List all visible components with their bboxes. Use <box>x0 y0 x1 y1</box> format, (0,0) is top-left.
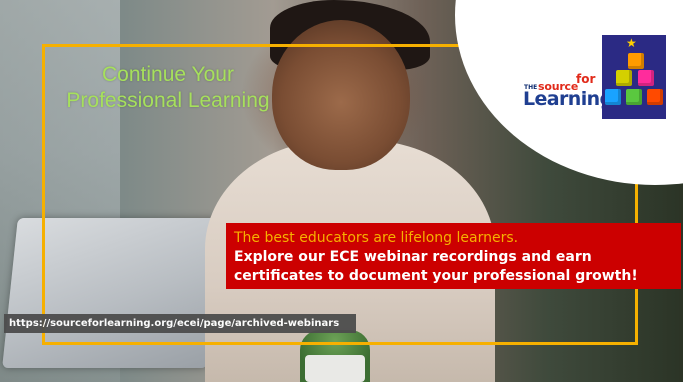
url-bar[interactable]: https://sourceforlearning.org/ecei/page/… <box>4 314 356 333</box>
headline-line-1: Continue Your <box>102 63 234 86</box>
block-icon-mid-left <box>616 70 632 86</box>
stacked-blocks-star-icon: ★ <box>602 35 666 119</box>
block-icon-bottom-mid <box>626 89 642 105</box>
callout-line-1: The best educators are lifelong learners… <box>234 230 519 246</box>
source-for-learning-logo: THE source for Learning <box>522 72 613 118</box>
block-icon-top <box>628 53 644 69</box>
headline-line-2: Professional Learning <box>66 89 270 112</box>
callout-line-2: Explore our ECE webinar recordings and e… <box>234 249 592 265</box>
callout-line-3: certificates to document your profession… <box>234 268 638 284</box>
block-icon-bottom-left <box>605 89 621 105</box>
headline: Continue Your Professional Learning <box>48 62 288 114</box>
archived-webinars-link[interactable]: https://sourceforlearning.org/ecei/page/… <box>9 318 339 329</box>
logo-learning: Learning <box>523 88 613 110</box>
star-icon: ★ <box>626 36 637 50</box>
callout-box: The best educators are lifelong learners… <box>226 223 681 289</box>
promo-slide: Continue Your Professional Learning THE … <box>0 0 683 382</box>
plant-pot-image <box>305 355 365 382</box>
logo-for: for <box>576 72 596 86</box>
block-icon-mid-right <box>638 70 654 86</box>
block-icon-bottom-right <box>647 89 663 105</box>
